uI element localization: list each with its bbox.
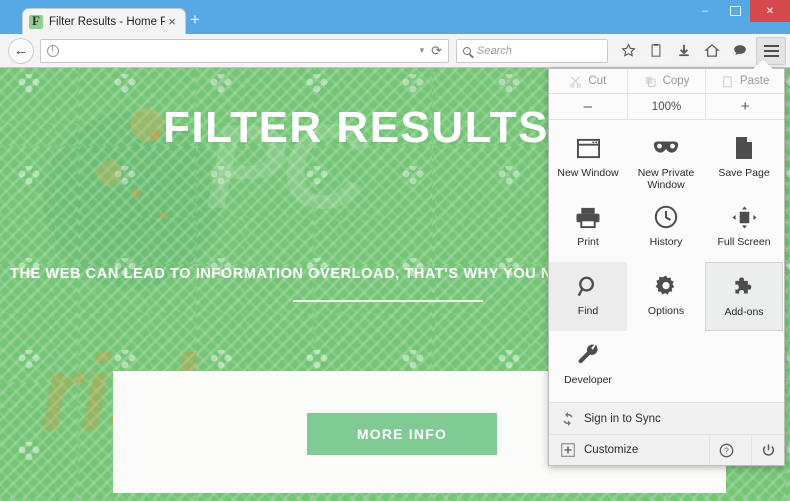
downloads-icon[interactable] — [670, 37, 698, 65]
reload-icon[interactable]: ⟳ — [431, 43, 442, 59]
reader-icon[interactable] — [642, 37, 670, 65]
gear-icon — [654, 272, 678, 300]
tab-title: Filter Results - Home Page — [49, 15, 165, 28]
menu-label: Save Page — [718, 167, 770, 179]
wrench-icon — [577, 341, 600, 369]
menu-item-add-ons[interactable]: Add-ons — [705, 262, 783, 331]
clipboard-icon — [721, 75, 734, 88]
copy-button[interactable]: Copy — [626, 69, 706, 93]
menu-item-options[interactable]: Options — [627, 262, 705, 331]
menu-label: Full Screen — [717, 236, 771, 248]
paste-label: Paste — [739, 75, 770, 87]
customize-icon — [561, 443, 575, 457]
navigation-toolbar: ← ▾ ⟳ Search — [0, 34, 790, 68]
window-controls — [690, 0, 790, 22]
sync-label: Sign in to Sync — [584, 412, 661, 425]
home-icon[interactable] — [698, 37, 726, 65]
search-placeholder: Search — [477, 44, 512, 57]
back-button[interactable]: ← — [8, 37, 34, 64]
quit-button[interactable] — [751, 435, 784, 465]
menu-item-history[interactable]: History — [627, 193, 705, 262]
scissors-icon — [569, 75, 582, 88]
menu-label: New Private Window — [637, 167, 695, 191]
menu-label: New Window — [557, 167, 619, 179]
browser-tab[interactable]: Filter Results - Home Page × — [22, 8, 186, 34]
menu-label: Developer — [564, 374, 612, 386]
menu-label: Print — [577, 236, 599, 248]
maximize-button[interactable] — [720, 0, 750, 22]
sync-icon — [561, 411, 575, 426]
magnifier-icon — [577, 272, 600, 300]
copy-label: Copy — [662, 75, 690, 87]
search-icon — [463, 46, 471, 55]
browser-window: Filter Results - Home Page × + ← ▾ ⟳ Sea… — [0, 0, 790, 501]
menu-label: Options — [647, 305, 685, 317]
menu-item-full-screen[interactable]: Full Screen — [705, 193, 783, 262]
cut-button[interactable]: Cut — [549, 69, 627, 93]
cut-label: Cut — [588, 75, 607, 87]
copy-icon — [644, 75, 657, 88]
menu-item-developer[interactable]: Developer — [549, 331, 627, 400]
url-bar[interactable]: ▾ ⟳ — [40, 38, 449, 63]
sign-in-to-sync-button[interactable]: Sign in to Sync — [549, 403, 784, 434]
clock-icon — [654, 203, 678, 231]
menu-item-new-private-window[interactable]: New Private Window — [627, 124, 705, 193]
globe-icon — [47, 44, 59, 57]
title-divider — [293, 300, 483, 302]
menu-item-new-window[interactable]: New Window — [549, 124, 627, 193]
edit-controls-row: Cut Copy Paste — [549, 69, 784, 94]
customize-label[interactable]: Customize — [584, 444, 638, 456]
zoom-out-button[interactable]: – — [549, 94, 627, 119]
tab-favicon — [29, 13, 43, 29]
paste-button[interactable]: Paste — [705, 69, 784, 93]
printer-icon — [575, 203, 601, 231]
menu-item-save-page[interactable]: Save Page — [705, 124, 783, 193]
menu-item-find[interactable]: Find — [549, 262, 627, 331]
zoom-level[interactable]: 100% — [626, 94, 706, 119]
zoom-in-button[interactable]: + — [705, 94, 784, 119]
help-button[interactable]: ? — [709, 435, 742, 465]
svg-text:?: ? — [724, 445, 729, 455]
tab-close-icon[interactable]: × — [165, 15, 179, 28]
mask-icon — [652, 134, 680, 162]
new-tab-button[interactable]: + — [190, 11, 200, 28]
chat-icon[interactable] — [726, 37, 754, 65]
menu-pointer-arrow — [752, 60, 774, 70]
search-input[interactable]: Search — [456, 38, 608, 63]
menu-item-print[interactable]: Print — [549, 193, 627, 262]
firefox-menu-panel: Cut Copy Paste – 100% + New Window New P… — [548, 68, 785, 466]
title-bar: Filter Results - Home Page × + — [0, 0, 790, 34]
new-window-icon — [576, 134, 601, 162]
customize-row: Customize ? — [549, 434, 784, 465]
bookmark-star-icon[interactable] — [614, 37, 642, 65]
puzzle-icon — [732, 273, 756, 301]
menu-grid: New Window New Private Window Save Page … — [549, 120, 784, 402]
close-button[interactable] — [750, 0, 790, 22]
page-icon — [734, 134, 754, 162]
fullscreen-icon — [732, 203, 757, 231]
menu-label: Find — [577, 305, 599, 317]
chevron-down-icon[interactable]: ▾ — [420, 45, 425, 56]
more-info-button[interactable]: MORE INFO — [307, 413, 497, 455]
minimize-button[interactable] — [690, 0, 720, 22]
zoom-controls-row: – 100% + — [549, 94, 784, 120]
menu-label: Add-ons — [724, 306, 764, 318]
menu-label: History — [649, 236, 683, 248]
menu-footer: Sign in to Sync Customize ? — [549, 402, 784, 465]
